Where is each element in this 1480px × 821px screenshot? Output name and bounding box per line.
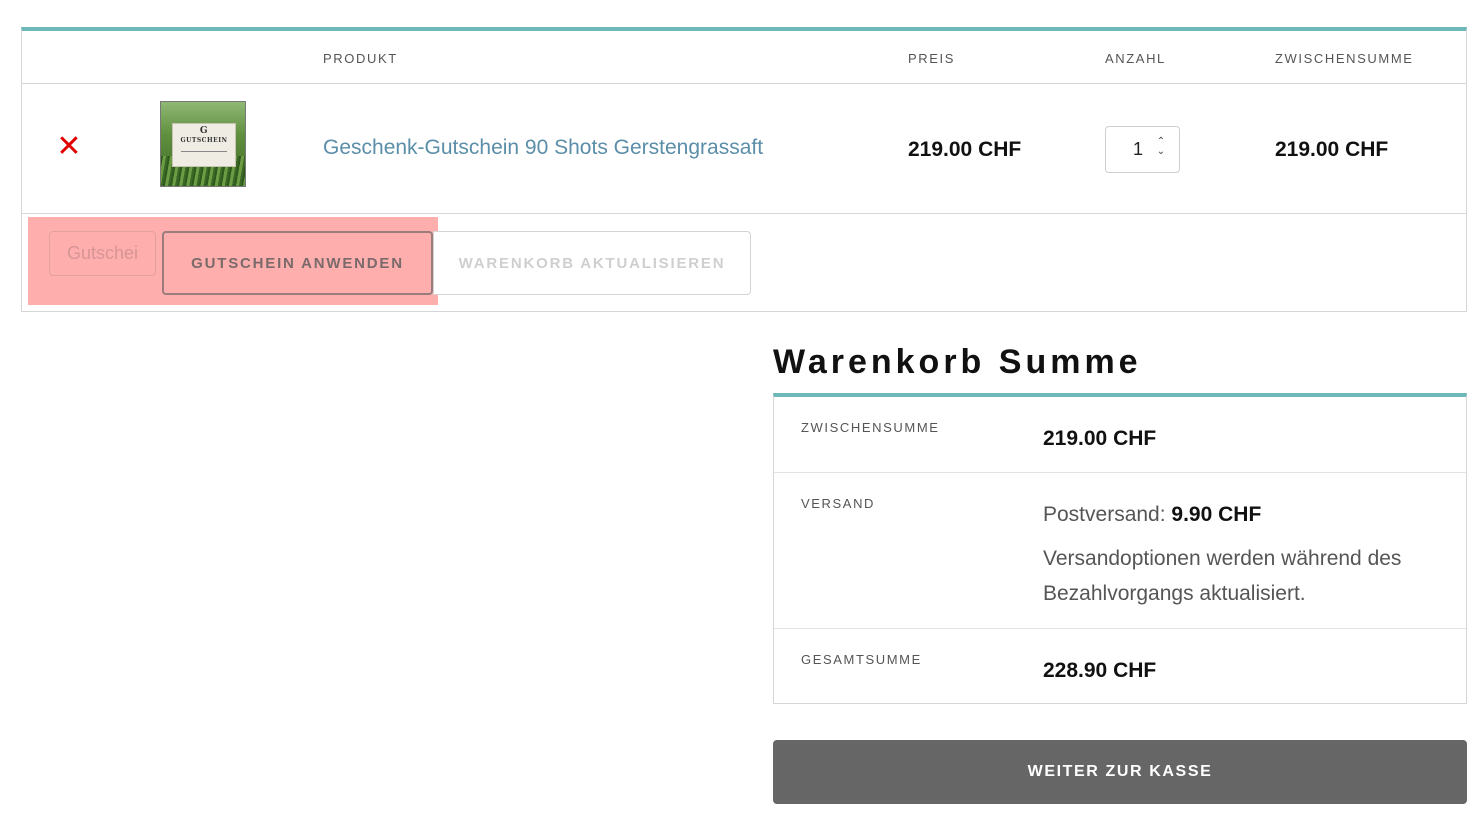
shipping-price: 9.90 CHF <box>1171 503 1262 526</box>
header-product: PRODUKT <box>323 51 398 66</box>
shipping-label: VERSAND <box>801 496 876 511</box>
grand-total-label: GESAMTSUMME <box>801 652 922 667</box>
cart-totals-title: Warenkorb Summe <box>773 343 1142 381</box>
voucher-card-text: GUTSCHEIN <box>180 137 228 144</box>
shipping-method-name: Postversand: <box>1043 503 1172 526</box>
cart-actions: GUTSCHEIN ANWENDEN WARENKORB AKTUALISIER… <box>22 214 1466 312</box>
quantity-stepper[interactable]: 1 ⌃ ⌄ <box>1105 126 1180 173</box>
cart-item-row: ✕ G GUTSCHEIN Geschenk-Gutschein 90 Shot… <box>22 84 1466 214</box>
grand-total-value: 228.90 CHF <box>1043 659 1157 682</box>
shipping-note: Versandoptionen werden während des Bezah… <box>1043 547 1402 605</box>
voucher-monogram: G <box>199 126 209 136</box>
header-quantity: ANZAHL <box>1105 51 1166 66</box>
header-subtotal: ZWISCHENSUMME <box>1275 51 1414 66</box>
update-cart-button[interactable]: WARENKORB AKTUALISIEREN <box>433 231 751 295</box>
coupon-code-input[interactable] <box>49 231 156 276</box>
totals-subtotal-row: ZWISCHENSUMME 219.00 CHF <box>774 397 1466 473</box>
cart-totals-table: ZWISCHENSUMME 219.00 CHF VERSAND Postver… <box>773 393 1467 704</box>
totals-shipping-row: VERSAND Postversand: 9.90 CHF Versandopt… <box>774 473 1466 629</box>
proceed-to-checkout-button[interactable]: WEITER ZUR KASSE <box>773 740 1467 804</box>
header-price: PREIS <box>908 51 956 66</box>
cart-table-header: PRODUKT PREIS ANZAHL ZWISCHENSUMME <box>22 31 1466 84</box>
remove-item-icon[interactable]: ✕ <box>56 132 82 162</box>
voucher-card-divider <box>181 151 227 152</box>
apply-coupon-button[interactable]: GUTSCHEIN ANWENDEN <box>162 231 433 295</box>
item-price: 219.00 CHF <box>908 138 1022 161</box>
subtotal-label: ZWISCHENSUMME <box>801 420 940 435</box>
quantity-value[interactable]: 1 <box>1133 139 1143 160</box>
spinner-arrows-icon[interactable]: ⌃ ⌄ <box>1155 137 1167 161</box>
voucher-card-image: G GUTSCHEIN <box>172 123 236 167</box>
shipping-method: Postversand: 9.90 CHF <box>1043 503 1261 527</box>
item-subtotal: 219.00 CHF <box>1275 138 1389 161</box>
product-name-link[interactable]: Geschenk-Gutschein 90 Shots Gerstengrass… <box>323 136 763 160</box>
cart-table: PRODUKT PREIS ANZAHL ZWISCHENSUMME ✕ G G… <box>21 27 1467 312</box>
subtotal-value: 219.00 CHF <box>1043 427 1157 450</box>
totals-grand-total-row: GESAMTSUMME 228.90 CHF <box>774 629 1466 704</box>
product-thumbnail[interactable]: G GUTSCHEIN <box>160 101 246 187</box>
